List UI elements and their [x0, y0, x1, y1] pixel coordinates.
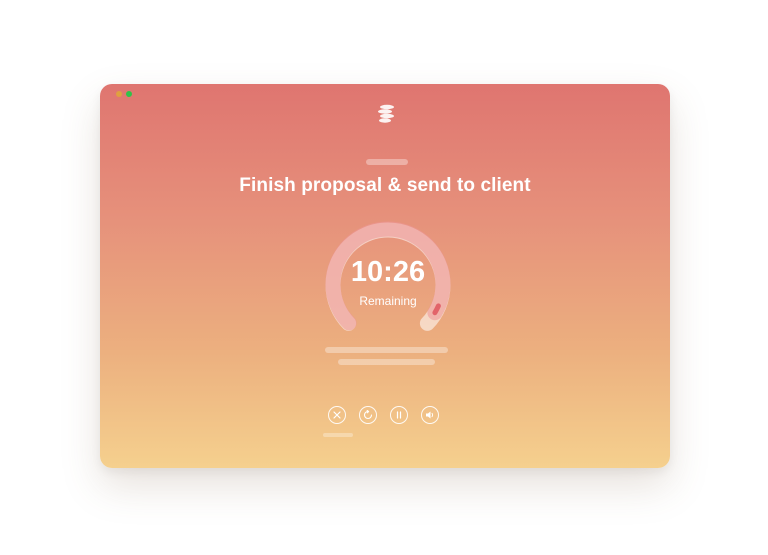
window-zoom-button[interactable]: [126, 91, 132, 97]
stop-button[interactable]: [328, 406, 346, 424]
subtitle-placeholder: [366, 159, 408, 165]
window-close-button[interactable]: [116, 91, 122, 97]
note-placeholder-line: [325, 347, 448, 353]
timer-controls: [328, 406, 439, 424]
time-remaining: 10:26: [350, 256, 426, 288]
footer-placeholder: [323, 433, 353, 437]
reset-icon: [363, 410, 373, 420]
app-window: Finish proposal & send to client 10:26 R…: [100, 84, 670, 468]
stacked-lines-logo-icon: [378, 104, 394, 123]
remaining-label: Remaining: [359, 294, 417, 308]
reset-button[interactable]: [359, 406, 377, 424]
sound-button[interactable]: [421, 406, 439, 424]
page: Finish proposal & send to client 10:26 R…: [0, 0, 768, 555]
sound-icon: [426, 411, 434, 419]
pause-icon: [396, 411, 402, 419]
close-icon: [333, 411, 341, 419]
pause-button[interactable]: [390, 406, 408, 424]
window-controls: [116, 91, 132, 97]
note-placeholder-line-short: [338, 359, 435, 365]
task-title: Finish proposal & send to client: [239, 175, 531, 196]
